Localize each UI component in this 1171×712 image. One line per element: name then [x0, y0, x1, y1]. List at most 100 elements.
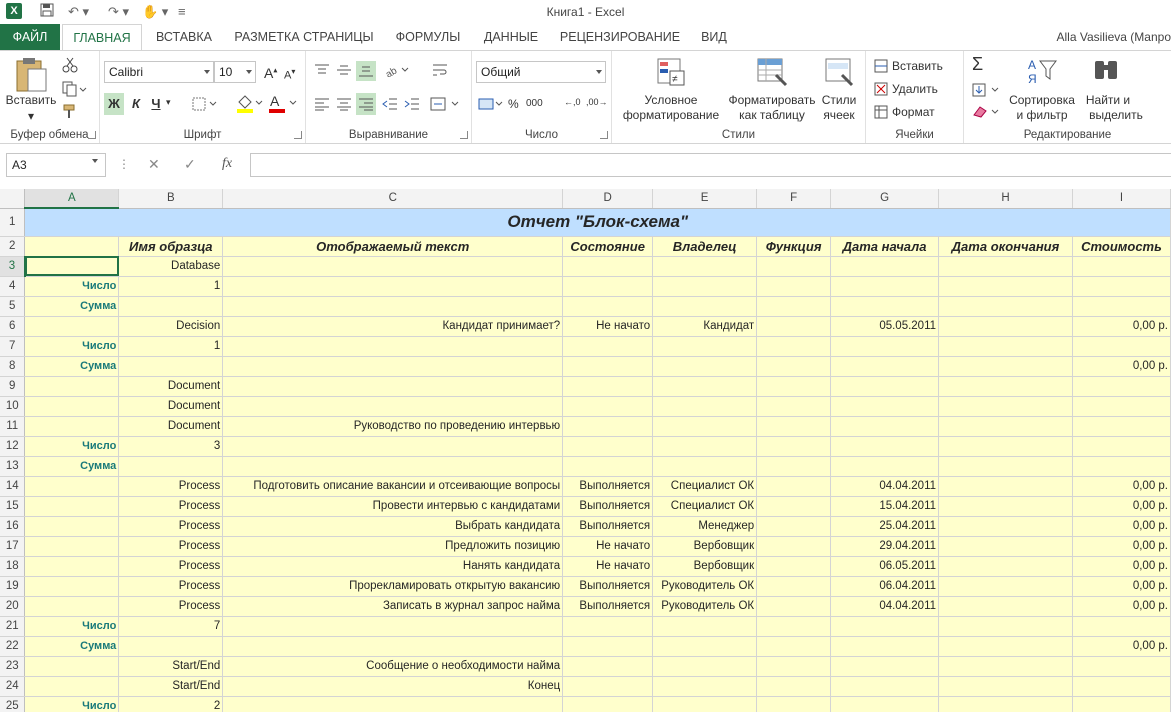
cell-h[interactable]: [938, 636, 1073, 657]
cell-g[interactable]: [830, 396, 940, 417]
cell-g[interactable]: [830, 356, 940, 377]
cell-b[interactable]: 1: [118, 276, 224, 297]
cell-b[interactable]: Document: [118, 416, 224, 437]
shrink-font-icon[interactable]: A▾: [284, 67, 295, 82]
cell-b[interactable]: [118, 456, 224, 477]
cell-e[interactable]: [652, 676, 758, 697]
row-header[interactable]: 17: [0, 536, 26, 557]
cell-i[interactable]: 0,00 р.: [1072, 476, 1171, 497]
cell-i[interactable]: [1072, 676, 1171, 697]
cell-c[interactable]: Нанять кандидата: [222, 556, 564, 577]
tab-data[interactable]: ДАННЫЕ: [478, 24, 544, 50]
cell-i[interactable]: [1072, 376, 1171, 397]
insert-cells-icon[interactable]: [874, 59, 888, 76]
cell-d[interactable]: [562, 676, 654, 697]
comma-style-icon[interactable]: 000: [526, 98, 543, 109]
cell-b[interactable]: 2: [118, 696, 224, 712]
cell-b[interactable]: Process: [118, 496, 224, 517]
number-format-select[interactable]: Общий: [476, 61, 606, 83]
tab-review[interactable]: РЕЦЕНЗИРОВАНИЕ: [556, 24, 684, 50]
cell-b[interactable]: Start/End: [118, 656, 224, 677]
percent-format-icon[interactable]: %: [508, 97, 519, 111]
cell-i[interactable]: 0,00 р.: [1072, 316, 1171, 337]
row-header[interactable]: 12: [0, 436, 26, 457]
cell-h[interactable]: [938, 296, 1073, 317]
cell-a[interactable]: [24, 596, 120, 617]
cell-b[interactable]: [118, 296, 224, 317]
cell-h[interactable]: [938, 676, 1073, 697]
tab-formulas[interactable]: ФОРМУЛЫ: [390, 24, 466, 50]
cell-c[interactable]: [222, 396, 564, 417]
cell-f[interactable]: [756, 656, 832, 677]
cell-f[interactable]: [756, 376, 832, 397]
cell-a[interactable]: [24, 536, 120, 557]
cell-h[interactable]: [938, 696, 1073, 712]
cell-i[interactable]: [1072, 276, 1171, 297]
cell-i[interactable]: [1072, 456, 1171, 477]
enter-icon[interactable]: ✓: [184, 156, 196, 173]
row-header[interactable]: 6: [0, 316, 26, 337]
cell-c[interactable]: [222, 276, 564, 297]
delete-cells-button[interactable]: Удалить: [892, 82, 938, 96]
row-header[interactable]: 23: [0, 656, 26, 677]
cell-e[interactable]: [652, 656, 758, 677]
cell-a[interactable]: Число: [24, 436, 120, 457]
cell-b[interactable]: Database: [118, 256, 224, 277]
cell-f[interactable]: [756, 436, 832, 457]
header-cell[interactable]: Состояние: [562, 236, 654, 257]
cell-f[interactable]: [756, 576, 832, 597]
cell-e[interactable]: Руководитель ОК: [652, 596, 758, 617]
cell-h[interactable]: [938, 276, 1073, 297]
row-header[interactable]: 24: [0, 676, 26, 697]
cell-e[interactable]: [652, 616, 758, 637]
cell-e[interactable]: Руководитель ОК: [652, 576, 758, 597]
cell-g[interactable]: [830, 256, 940, 277]
row-header[interactable]: 9: [0, 376, 26, 397]
cell-d[interactable]: [562, 336, 654, 357]
cell-a[interactable]: [24, 396, 120, 417]
row-header[interactable]: 8: [0, 356, 26, 377]
cell-e[interactable]: Менеджер: [652, 516, 758, 537]
cancel-icon[interactable]: ✕: [148, 156, 160, 173]
find-select-icon[interactable]: [1092, 57, 1122, 90]
cell-g[interactable]: [830, 636, 940, 657]
column-header-i[interactable]: I: [1072, 189, 1171, 209]
header-cell[interactable]: Имя образца: [118, 236, 224, 257]
cell-g[interactable]: 29.04.2011: [830, 536, 940, 557]
find-select-line1[interactable]: Найти и: [1078, 93, 1138, 108]
cell-h[interactable]: [938, 616, 1073, 637]
sort-filter-icon[interactable]: АЯ: [1026, 57, 1060, 90]
row-header[interactable]: 2: [0, 236, 26, 257]
cell-f[interactable]: [756, 276, 832, 297]
font-launcher-icon[interactable]: [294, 131, 302, 139]
cell-c[interactable]: Записать в журнал запрос найма: [222, 596, 564, 617]
cell-h[interactable]: [938, 456, 1073, 477]
cell-i[interactable]: [1072, 336, 1171, 357]
autosum-icon[interactable]: Σ: [972, 54, 983, 75]
cell-c[interactable]: [222, 376, 564, 397]
cell-a[interactable]: Число: [24, 276, 120, 297]
conditional-formatting-line2[interactable]: форматирование: [614, 108, 728, 123]
cell-i[interactable]: [1072, 296, 1171, 317]
cell-a[interactable]: [24, 376, 120, 397]
cell-h[interactable]: [938, 396, 1073, 417]
row-header[interactable]: 1: [0, 208, 26, 237]
cell-f[interactable]: [756, 556, 832, 577]
cell-d[interactable]: Не начато: [562, 536, 654, 557]
header-cell[interactable]: [24, 236, 120, 257]
row-header[interactable]: 13: [0, 456, 26, 477]
row-header[interactable]: 22: [0, 636, 26, 657]
cell-h[interactable]: [938, 536, 1073, 557]
column-header-h[interactable]: H: [938, 189, 1073, 209]
cell-a[interactable]: Число: [24, 696, 120, 712]
cell-e[interactable]: Вербовщик: [652, 556, 758, 577]
cell-a[interactable]: [24, 656, 120, 677]
cell-g[interactable]: 04.04.2011: [830, 596, 940, 617]
merge-center-icon[interactable]: [430, 97, 460, 114]
cell-a[interactable]: Сумма: [24, 636, 120, 657]
cell-c[interactable]: Выбрать кандидата: [222, 516, 564, 537]
cell-a[interactable]: [24, 556, 120, 577]
cell-b[interactable]: 3: [118, 436, 224, 457]
column-header-e[interactable]: E: [652, 189, 758, 209]
conditional-formatting-icon[interactable]: ≠: [656, 57, 686, 90]
